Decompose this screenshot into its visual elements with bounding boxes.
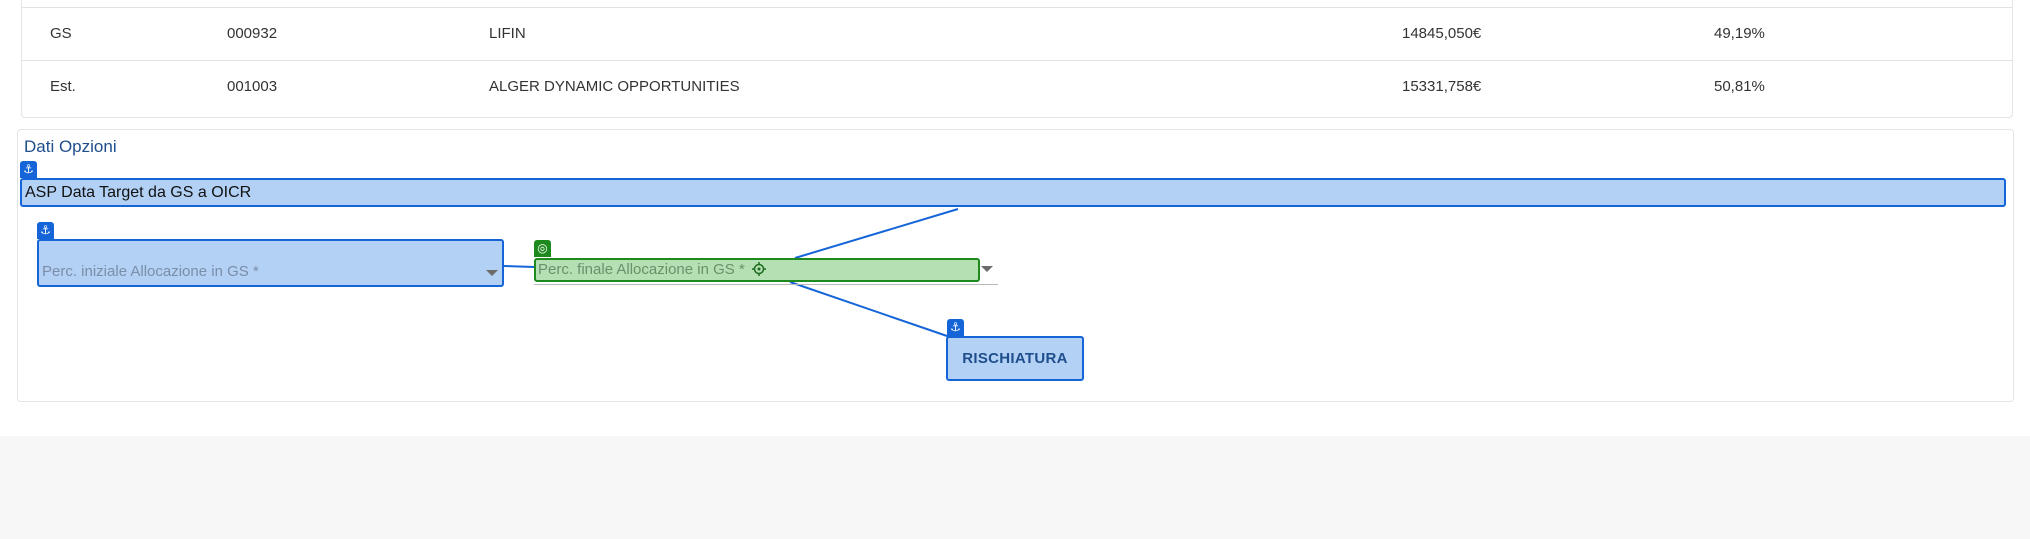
perc-finale-select[interactable]: Perc. finale Allocazione in GS * (534, 258, 980, 282)
anchor-icon: ⚓ (20, 161, 37, 178)
perc-finale-placeholder: Perc. finale Allocazione in GS * (538, 261, 766, 278)
connector-line-rischiatura (789, 281, 951, 338)
connector-line-iniziale (503, 265, 535, 268)
chevron-down-icon[interactable] (981, 266, 993, 272)
rischiatura-button[interactable]: RISCHIATURA (946, 336, 1084, 381)
anchor-icon: ⚓ (947, 319, 964, 336)
chevron-down-icon[interactable] (486, 270, 498, 276)
perc-iniziale-placeholder: Perc. iniziale Allocazione in GS * (42, 263, 259, 280)
perc-iniziale-select[interactable]: Perc. iniziale Allocazione in GS * (37, 239, 504, 287)
perc-finale-underline (534, 284, 998, 285)
crosshair-icon (751, 262, 766, 276)
anchor-icon: ⚓ (37, 222, 54, 239)
connector-line-asp (794, 208, 959, 259)
asp-data-target-field[interactable]: ASP Data Target da GS a OICR (20, 178, 2006, 207)
target-icon: ◎ (534, 240, 551, 257)
